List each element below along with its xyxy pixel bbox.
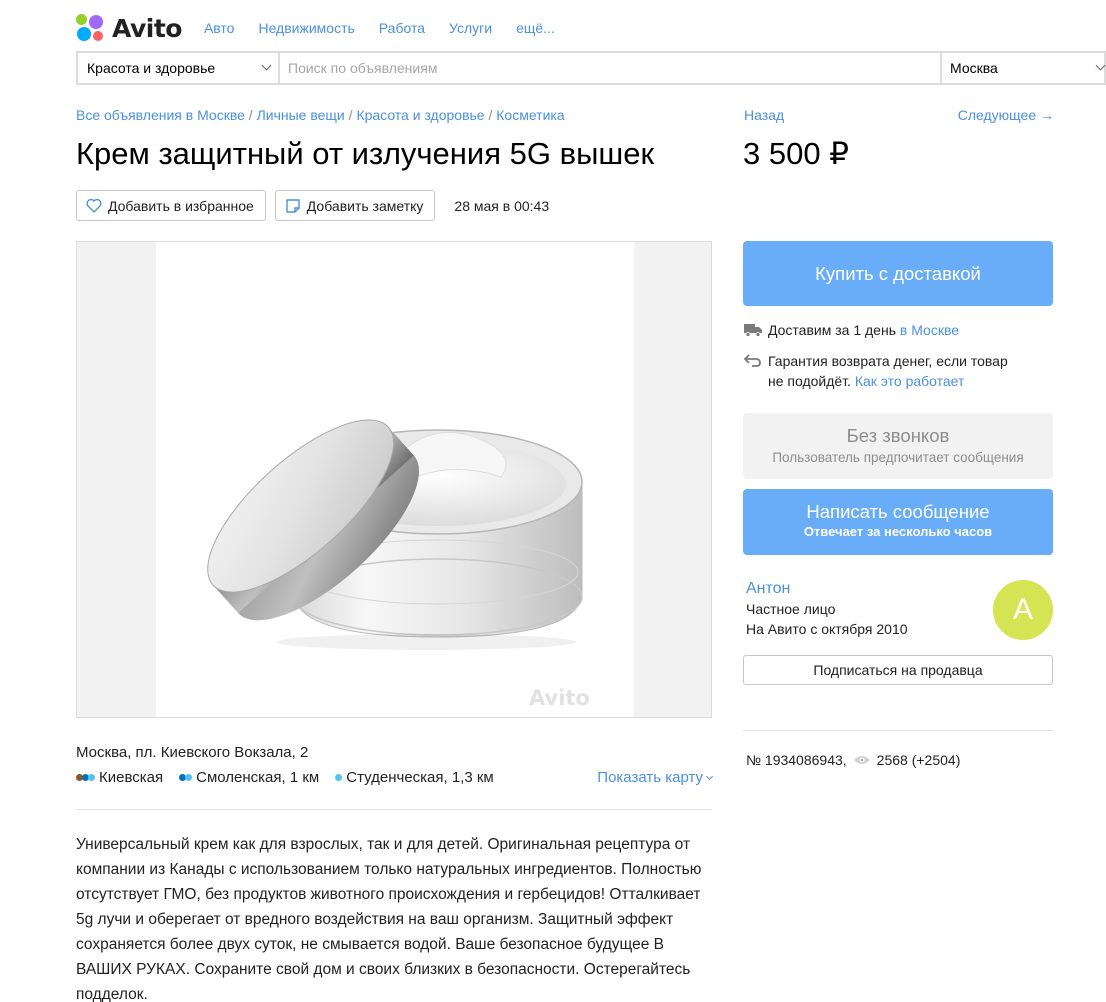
seller-name-link[interactable]: Антон xyxy=(746,579,908,599)
delivery-info: Доставим за 1 день в Москве Гарантия воз… xyxy=(743,320,1008,400)
logo-text: Avito xyxy=(112,13,182,43)
truck-icon xyxy=(744,320,768,342)
delivery-row: Доставим за 1 день в Москве xyxy=(744,320,1008,342)
subscribe-to-seller-button[interactable]: Подписаться на продавца xyxy=(743,655,1053,685)
category-select-value: Красота и здоровье xyxy=(87,60,216,76)
seller-type: Частное лицо xyxy=(746,601,836,617)
breadcrumb-item[interactable]: Личные вещи xyxy=(257,107,345,123)
metro-station: Студенческая, 1,3 км xyxy=(335,769,494,786)
item-number: № 1934086943, xyxy=(746,752,847,768)
metro-station-name: Студенческая, 1,3 км xyxy=(346,769,494,786)
avatar[interactable]: А xyxy=(993,580,1053,640)
add-note-button[interactable]: Добавить заметку xyxy=(274,190,436,221)
metro-line-icon xyxy=(76,774,95,781)
guarantee-row: Гарантия возврата денег, если товар не п… xyxy=(743,351,1008,391)
chevron-down-icon xyxy=(1095,60,1106,71)
metro-station-name: Киевская xyxy=(99,769,164,786)
listing-actions: Добавить в избранное Добавить заметку 28… xyxy=(76,190,549,221)
return-arrow-icon xyxy=(743,351,768,373)
show-map-link[interactable]: Показать карту xyxy=(597,769,714,786)
nav-link-realty[interactable]: Недвижимость xyxy=(258,20,354,36)
breadcrumb-separator: / xyxy=(248,107,253,123)
add-to-favorites-label: Добавить в избранное xyxy=(108,197,254,214)
delivery-city-link[interactable]: в Москве xyxy=(900,322,959,338)
top-navigation: Avito Авто Недвижимость Работа Услуги ещ… xyxy=(76,8,579,48)
listing-description: Универсальный крем как для взрослых, так… xyxy=(76,836,702,1002)
note-icon xyxy=(286,198,300,213)
how-it-works-link[interactable]: Как это работает xyxy=(855,373,965,389)
breadcrumb-separator: / xyxy=(348,107,353,123)
metro-station: Смоленская, 1 км xyxy=(179,769,319,786)
city-select[interactable]: Москва xyxy=(940,53,1106,83)
avito-watermark: Avito xyxy=(529,686,590,710)
guarantee-text: Гарантия возврата денег, если товар xyxy=(768,353,1008,369)
delivery-text: Доставим за 1 день xyxy=(768,322,896,338)
metro-station-name: Смоленская, 1 км xyxy=(196,769,320,786)
add-to-favorites-button[interactable]: Добавить в избранное xyxy=(76,190,266,221)
breadcrumb-item[interactable]: Все объявления в Москве xyxy=(76,107,245,123)
guarantee-text: не подойдёт. xyxy=(768,373,851,389)
cream-jar-image xyxy=(207,419,583,650)
eye-icon xyxy=(853,756,870,764)
response-time-label: Отвечает за несколько часов xyxy=(803,524,993,539)
breadcrumb-item[interactable]: Красота и здоровье xyxy=(356,107,484,123)
seller-info: Антон Частное лицо На Авито с октября 20… xyxy=(746,579,908,639)
breadcrumb: Все объявления в Москве / Личные вещи / … xyxy=(76,107,565,123)
divider xyxy=(76,809,712,810)
search-bar: Красота и здоровье Москва xyxy=(76,51,1106,85)
metro-line-icon xyxy=(335,774,343,781)
add-note-label: Добавить заметку xyxy=(306,197,424,214)
chevron-down-icon xyxy=(261,60,272,71)
breadcrumb-item[interactable]: Косметика xyxy=(496,107,564,123)
metro-stations: Киевская Смоленская, 1 км Студенческая, … xyxy=(76,769,714,786)
no-calls-notice: Без звонков Пользователь предпочитает со… xyxy=(743,413,1053,479)
category-select[interactable]: Красота и здоровье xyxy=(78,53,280,83)
divider xyxy=(743,730,1053,731)
photo-gallery[interactable]: Avito xyxy=(76,241,712,718)
heart-icon xyxy=(86,198,102,213)
product-photo xyxy=(156,242,634,717)
nav-link-auto[interactable]: Авто xyxy=(204,20,235,36)
listing-address: Москва, пл. Киевского Вокзала, 2 xyxy=(76,744,309,761)
city-select-value: Москва xyxy=(950,60,998,76)
metro-line-icon xyxy=(179,774,193,781)
listing-title: Крем защитный от излучения 5G вышек xyxy=(76,136,655,171)
chevron-down-icon xyxy=(705,772,714,780)
next-link[interactable]: Следующее → xyxy=(958,107,1054,123)
avito-logo[interactable]: Avito xyxy=(76,13,182,43)
no-calls-title: Без звонков xyxy=(846,425,950,446)
item-meta: № 1934086943, 2568 (+2504) xyxy=(746,752,960,768)
nav-link-services[interactable]: Услуги xyxy=(449,20,492,36)
listing-date: 28 мая в 00:43 xyxy=(454,197,550,214)
nav-link-more[interactable]: ещё... xyxy=(516,20,555,36)
back-link[interactable]: Назад xyxy=(744,107,784,123)
logo-dots-icon xyxy=(76,13,106,43)
breadcrumb-separator: / xyxy=(488,107,493,123)
show-map-label: Показать карту xyxy=(597,769,703,786)
seller-since: На Авито с октября 2010 xyxy=(746,621,908,637)
search-input[interactable] xyxy=(280,53,940,83)
views-count: 2568 (+2504) xyxy=(876,752,961,768)
write-message-label: Написать сообщение xyxy=(806,501,990,522)
nav-link-jobs[interactable]: Работа xyxy=(379,20,425,36)
metro-station: Киевская xyxy=(76,769,163,786)
no-calls-subtitle: Пользователь предпочитает сообщения xyxy=(772,450,1024,465)
buy-with-delivery-button[interactable]: Купить с доставкой xyxy=(743,241,1053,306)
write-message-button[interactable]: Написать сообщение Отвечает за несколько… xyxy=(743,489,1053,555)
listing-price: 3 500 ₽ xyxy=(743,136,849,171)
